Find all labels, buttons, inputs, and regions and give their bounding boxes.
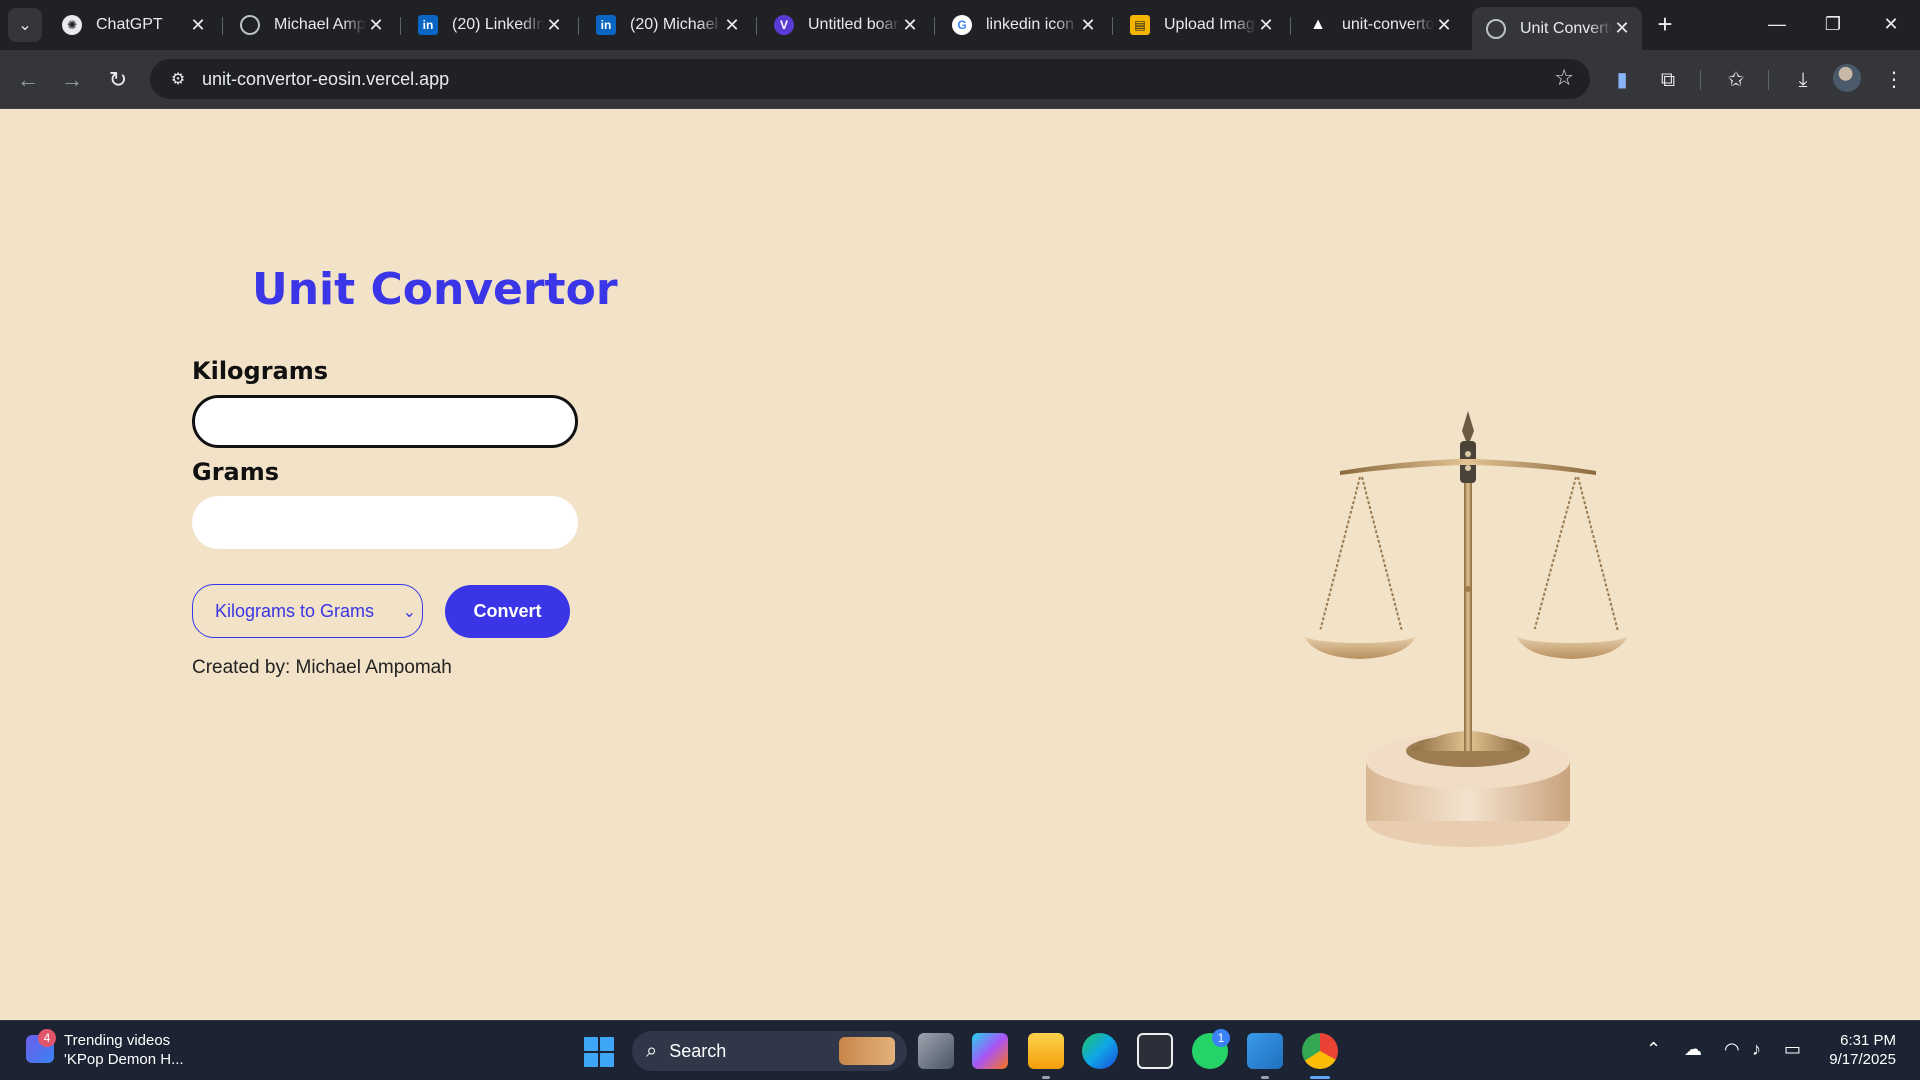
widgets-badge: 4 [38, 1029, 56, 1047]
linkedin-icon: in [418, 15, 438, 35]
restore-button[interactable]: ❐ [1808, 6, 1858, 42]
forward-button[interactable]: → [56, 64, 88, 96]
reload-button[interactable]: ↻ [102, 64, 134, 96]
bookmark-star-icon[interactable]: ☆ [1554, 65, 1574, 91]
minimize-button[interactable]: ― [1752, 6, 1802, 42]
tab-linkedin[interactable]: in (20) LinkedIn ✕ [404, 7, 574, 43]
close-icon[interactable]: ✕ [366, 15, 386, 36]
close-icon[interactable]: ✕ [1078, 15, 1098, 36]
extensions-icon[interactable]: ⧉ [1654, 66, 1682, 94]
download-icon[interactable]: ⤓ [1789, 66, 1817, 94]
chrome-icon[interactable] [1302, 1033, 1338, 1079]
chevron-up-icon[interactable]: ⌃ [1646, 1039, 1661, 1060]
tab-strip: ⌄ ✺ ChatGPT ✕ Michael Ampomah ✕ in (20) … [0, 0, 1920, 50]
close-icon[interactable]: ✕ [722, 15, 742, 36]
tab-untitled-board[interactable]: V Untitled board ✕ [760, 7, 930, 43]
favorites-icon[interactable]: ✩ [1722, 66, 1750, 94]
copilot-icon[interactable] [972, 1033, 1008, 1069]
chevron-down-icon: ⌄ [402, 604, 416, 621]
search-icon: ⌕ [646, 1039, 658, 1062]
v-icon: V [774, 15, 794, 35]
clock[interactable]: 6:31 PM 9/17/2025 [1820, 1031, 1896, 1069]
globe-icon [240, 15, 260, 35]
close-window-button[interactable]: ✕ [1866, 6, 1916, 42]
address-bar[interactable]: ⚙ unit-convertor-eosin.vercel.app ☆ [150, 59, 1590, 99]
tab-unit-convertor[interactable]: Unit Convertor ✕ [1472, 7, 1642, 50]
grams-input[interactable] [192, 496, 578, 549]
url-text[interactable]: unit-convertor-eosin.vercel.app [202, 69, 449, 90]
store-icon[interactable] [1137, 1033, 1173, 1069]
credit-text: Created by: Michael Ampomah [192, 657, 452, 678]
tab-search-button[interactable]: ⌄ [8, 8, 42, 42]
time: 6:31 PM [1840, 1032, 1896, 1049]
taskbar-search[interactable]: ⌕ Search [632, 1031, 907, 1071]
vercel-icon: ▲ [1310, 16, 1326, 33]
profile-avatar[interactable] [1833, 64, 1861, 92]
battery-icon[interactable]: ▭ [1784, 1039, 1801, 1060]
conversion-selected: Kilograms to Grams [215, 600, 375, 621]
upload-icon: ▤ [1130, 15, 1150, 35]
globe-icon [1486, 18, 1506, 39]
tab-linkedin-profile[interactable]: in (20) Michael Ampomah ✕ [582, 7, 752, 43]
whatsapp-badge: 1 [1212, 1029, 1230, 1047]
browser-toolbar: ← → ↻ ⚙ unit-convertor-eosin.vercel.app … [0, 50, 1920, 109]
widget-subtitle: 'KPop Demon H... [64, 1051, 184, 1068]
convert-button[interactable]: Convert [445, 585, 570, 638]
page-content: Unit Convertor Kilograms Grams Kilograms… [0, 109, 1920, 1020]
chevron-down-icon: ⌄ [18, 17, 32, 34]
tab-michael-ampomah[interactable]: Michael Ampomah ✕ [226, 7, 396, 43]
close-icon[interactable]: ✕ [1612, 18, 1632, 39]
menu-icon[interactable]: ⋮ [1880, 66, 1908, 94]
site-info-icon[interactable]: ⚙ [158, 69, 198, 89]
tab-title: unit-convertor [1342, 16, 1434, 33]
tab-title: Unit Convertor [1520, 19, 1612, 37]
kilograms-input[interactable] [192, 395, 578, 448]
conversion-select[interactable]: Kilograms to Grams ⌄ [192, 584, 423, 638]
search-label: Search [669, 1040, 727, 1061]
date: 9/17/2025 [1829, 1051, 1896, 1068]
kilograms-label: Kilograms [192, 357, 329, 385]
tab-vercel[interactable]: ▲ unit-convertor ✕ [1294, 7, 1464, 43]
close-icon[interactable]: ✕ [544, 15, 564, 36]
volume-icon[interactable]: ♪ [1752, 1039, 1761, 1060]
task-view-icon[interactable] [918, 1033, 954, 1069]
new-tab-button[interactable]: + [1650, 10, 1680, 40]
balance-scale-image [1304, 411, 1628, 847]
side-panel-icon[interactable]: ▮ [1608, 66, 1636, 94]
taskbar: 4 Trending videos 'KPop Demon H... ⌕ Sea… [0, 1020, 1920, 1080]
google-icon: G [952, 15, 972, 35]
start-button[interactable] [584, 1037, 614, 1067]
close-icon[interactable]: ✕ [900, 15, 920, 36]
wifi-icon[interactable]: ◠ [1724, 1039, 1740, 1060]
file-explorer-icon[interactable] [1028, 1033, 1064, 1079]
edge-icon[interactable] [1082, 1033, 1118, 1069]
page-title: Unit Convertor [252, 264, 618, 315]
tab-chatgpt[interactable]: ✺ ChatGPT ✕ [48, 7, 218, 43]
linkedin-icon: in [596, 15, 616, 35]
tab-title: Upload Image [1164, 16, 1256, 33]
tab-title: Untitled board [808, 16, 900, 33]
close-icon[interactable]: ✕ [1434, 15, 1454, 36]
chatgpt-icon: ✺ [62, 15, 82, 35]
vscode-icon[interactable] [1247, 1033, 1283, 1079]
tab-title: linkedin icon [986, 16, 1075, 33]
back-button[interactable]: ← [12, 64, 44, 96]
tab-title: (20) Michael Ampomah [630, 16, 722, 33]
widget-title: Trending videos [64, 1032, 171, 1049]
tab-title: (20) LinkedIn [452, 16, 544, 33]
tab-title: Michael Ampomah [274, 16, 366, 33]
grams-label: Grams [192, 458, 280, 486]
tab-title: ChatGPT [96, 16, 163, 33]
close-icon[interactable]: ✕ [188, 15, 208, 36]
tab-google-search[interactable]: G linkedin icon ✕ [938, 7, 1108, 43]
onedrive-icon[interactable]: ☁ [1684, 1039, 1702, 1060]
close-icon[interactable]: ✕ [1256, 15, 1276, 36]
search-highlight-image [839, 1037, 895, 1065]
tab-upload-image[interactable]: ▤ Upload Image ✕ [1116, 7, 1286, 43]
